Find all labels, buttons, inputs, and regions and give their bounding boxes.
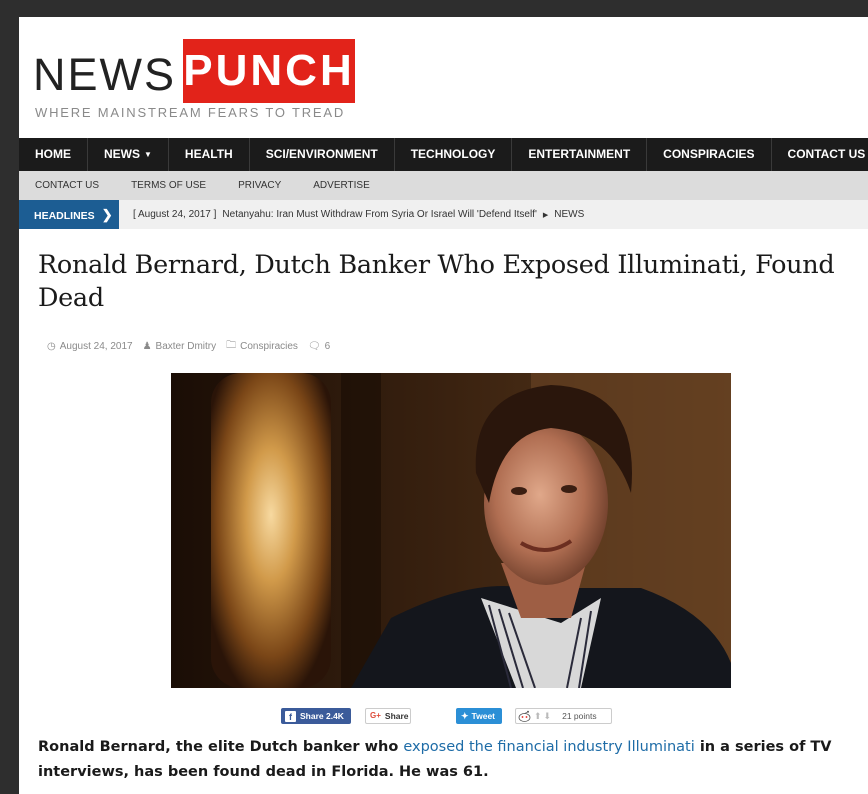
nav-contact-us-label: CONTACT US	[787, 147, 866, 161]
tweet-label: Tweet	[471, 711, 496, 721]
nav-sci-environment-label: SCI/ENVIRONMENT	[265, 147, 378, 161]
nav-entertainment-label: ENTERTAINMENT	[528, 147, 631, 161]
nav-technology-label: TECHNOLOGY	[410, 147, 496, 161]
upvote-icon[interactable]: ⬆	[534, 708, 542, 724]
nav-conspiracies-label: CONSPIRACIES	[663, 147, 755, 161]
logo-news-text: NEWS	[33, 49, 176, 100]
meta-category[interactable]: 🗀 Conspiracies	[226, 338, 298, 355]
nav-home[interactable]: HOME	[19, 138, 88, 171]
reddit-icon	[518, 710, 531, 722]
google-plus-icon: G+	[370, 711, 381, 720]
nav-sci-environment[interactable]: SCI/ENVIRONMENT	[250, 138, 395, 171]
nav-news[interactable]: NEWS ▼	[88, 138, 169, 171]
chevron-down-icon: ▼	[144, 150, 152, 159]
facebook-icon: f	[285, 710, 296, 722]
subnav-terms-of-use[interactable]: TERMS OF USE	[115, 180, 222, 191]
ticker-category-link[interactable]: NEWS	[554, 209, 584, 220]
google-share-label: Share	[384, 711, 409, 721]
main-nav: HOME NEWS ▼ HEALTH SCI/ENVIRONMENT TECHNO…	[19, 138, 868, 171]
facebook-share-button[interactable]: f Share 2.4K	[281, 708, 351, 724]
article-lead-paragraph: Ronald Bernard, the elite Dutch banker w…	[38, 735, 838, 785]
subnav-privacy[interactable]: PRIVACY	[222, 180, 297, 191]
secondary-nav: CONTACT US TERMS OF USE PRIVACY ADVERTIS…	[19, 171, 868, 200]
logo-punch-text: PUNCH	[183, 39, 355, 103]
facebook-share-label: Share 2.4K	[300, 711, 344, 721]
site-logo[interactable]: NEWS PUNCH WHERE MAINSTREAM FEARS TO TRE…	[33, 37, 373, 121]
nav-entertainment[interactable]: ENTERTAINMENT	[512, 138, 648, 171]
user-icon: ♟	[142, 341, 152, 352]
meta-comments[interactable]: 🗨 6	[308, 341, 330, 352]
nav-technology[interactable]: TECHNOLOGY	[395, 138, 513, 171]
downvote-icon[interactable]: ⬇	[544, 708, 552, 724]
lead-text-1: Ronald Bernard, the elite Dutch banker w…	[38, 739, 404, 755]
meta-date: ◷ August 24, 2017	[47, 341, 133, 352]
nav-health-label: HEALTH	[184, 147, 233, 161]
meta-date-text: August 24, 2017	[59, 341, 133, 352]
tweet-button[interactable]: ✦ Tweet	[456, 708, 502, 724]
nav-conspiracies[interactable]: CONSPIRACIES	[647, 138, 772, 171]
clock-icon: ◷	[47, 341, 56, 352]
nav-news-label: NEWS	[104, 147, 140, 161]
nav-health[interactable]: HEALTH	[169, 138, 250, 171]
triangle-right-icon: ▶	[542, 211, 549, 219]
ticker-item[interactable]: [ August 24, 2017 ] Netanyahu: Iran Must…	[133, 209, 584, 220]
article-title: Ronald Bernard, Dutch Banker Who Exposed…	[38, 250, 835, 313]
meta-comments-count[interactable]: 6	[325, 341, 331, 352]
twitter-icon: ✦	[461, 711, 469, 721]
article-meta: ◷ August 24, 2017 ♟ Baxter Dmitry 🗀 Cons…	[47, 338, 340, 355]
subnav-advertise[interactable]: ADVERTISE	[297, 180, 386, 191]
meta-author[interactable]: ♟ Baxter Dmitry	[143, 341, 217, 352]
meta-category-link[interactable]: Conspiracies	[240, 341, 298, 352]
chevron-right-icon: ❯	[101, 207, 113, 222]
headlines-label-text: HEADLINES	[34, 210, 95, 222]
headlines-ticker: HEADLINES ❯ [ August 24, 2017 ] Netanyahu…	[19, 200, 868, 229]
subnav-contact-us[interactable]: CONTACT US	[19, 180, 115, 191]
reddit-vote-widget: ⬆ ⬇ 21 points	[515, 708, 612, 724]
google-plus-share-button[interactable]: G+ Share	[365, 708, 411, 724]
reddit-points: 21 points	[562, 711, 597, 721]
comment-icon: 🗨	[307, 341, 321, 352]
meta-author-link[interactable]: Baxter Dmitry	[156, 341, 217, 352]
ticker-headline-link[interactable]: Netanyahu: Iran Must Withdraw From Syria…	[222, 209, 536, 220]
nav-contact-us[interactable]: CONTACT US	[772, 138, 868, 171]
ticker-date: [ August 24, 2017 ]	[133, 209, 217, 220]
headlines-label: HEADLINES ❯	[19, 200, 119, 229]
logo-tagline: WHERE MAINSTREAM FEARS TO TREAD	[35, 105, 346, 120]
page: NEWS PUNCH WHERE MAINSTREAM FEARS TO TRE…	[19, 17, 868, 794]
nav-home-label: HOME	[35, 147, 71, 161]
folder-icon: 🗀	[226, 340, 237, 351]
illuminati-article-link[interactable]: exposed the financial industry Illuminat…	[403, 739, 694, 755]
share-bar: f Share 2.4K G+ Share ✦ Tweet ⬆ ⬇ 21 poi…	[281, 708, 621, 725]
article-hero-image	[171, 373, 731, 688]
